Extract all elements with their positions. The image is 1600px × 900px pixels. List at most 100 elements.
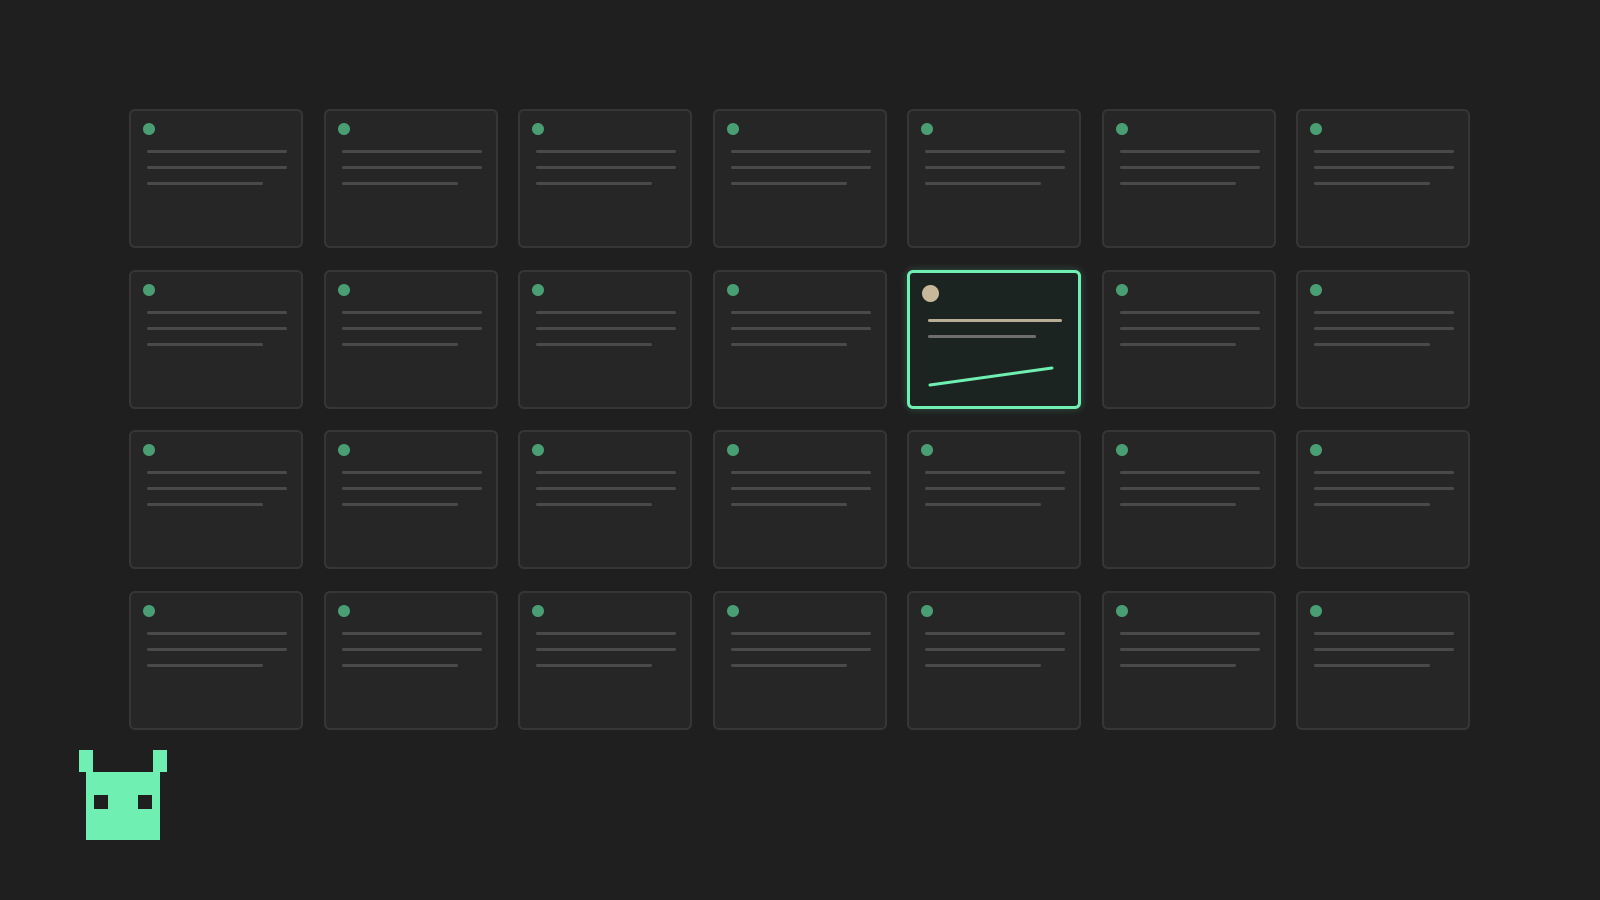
text-placeholder-line [1314,647,1454,651]
text-placeholder-line [1314,150,1454,153]
card[interactable] [712,109,887,248]
status-dot-icon [922,284,939,302]
text-placeholder-line [341,182,458,185]
card[interactable] [518,109,692,248]
text-placeholder-line [147,471,287,474]
card[interactable] [712,430,887,569]
card[interactable] [712,269,887,409]
card[interactable] [907,590,1081,730]
text-placeholder-line [536,166,676,169]
text-placeholder-line [925,663,1041,667]
text-placeholder-line [536,471,676,474]
text-placeholder-line [1119,663,1236,667]
card[interactable] [129,269,303,409]
text-placeholder-line [730,647,871,651]
text-placeholder-line [730,342,847,346]
text-placeholder-line [341,631,482,635]
status-dot-icon [726,444,739,456]
text-placeholder-line [536,326,676,330]
status-dot-icon [532,123,544,135]
card[interactable] [907,109,1081,248]
card-selected[interactable] [907,269,1081,409]
text-placeholder-line [147,663,263,667]
pixel-robot-icon [79,750,167,840]
card[interactable] [323,269,498,409]
text-placeholder-line [341,310,482,314]
text-placeholder-line [536,342,652,346]
card[interactable] [1101,269,1276,409]
text-placeholder-line [1314,326,1454,330]
text-placeholder-line [341,471,482,474]
text-placeholder-line [1119,310,1260,314]
card[interactable] [1296,590,1470,730]
text-placeholder-line [1314,487,1454,490]
status-dot-icon [337,123,350,135]
text-placeholder-line [341,326,482,330]
card[interactable] [323,109,498,248]
status-dot-icon [337,604,350,617]
card[interactable] [1101,590,1276,730]
text-placeholder-line [925,150,1065,153]
status-dot-icon [726,283,739,296]
text-placeholder-line [341,166,482,169]
status-dot-icon [1115,604,1128,617]
text-placeholder-line [730,166,871,169]
status-dot-icon [726,604,739,617]
text-placeholder-line [1119,503,1236,506]
card[interactable] [129,590,303,730]
text-placeholder-line [341,150,482,153]
card[interactable] [1296,269,1470,409]
card[interactable] [323,430,498,569]
text-placeholder-line [730,663,847,667]
text-placeholder-line [925,471,1065,474]
card-grid [129,109,1470,730]
card[interactable] [1296,430,1470,569]
text-placeholder-line [1314,663,1430,667]
text-placeholder-line [536,647,676,651]
status-dot-icon [921,123,933,135]
text-placeholder-line [1314,471,1454,474]
text-placeholder-line [536,631,676,635]
text-placeholder-line [1119,150,1260,153]
text-placeholder-line [536,310,676,314]
text-placeholder-line [730,182,847,185]
text-placeholder-line [341,663,458,667]
card[interactable] [518,269,692,409]
text-placeholder-line [536,150,676,153]
text-placeholder-line [928,318,1062,322]
card[interactable] [518,430,692,569]
status-dot-icon [921,444,933,456]
text-placeholder-line [1119,182,1236,185]
card[interactable] [129,430,303,569]
status-dot-icon [532,283,544,296]
text-placeholder-line [925,182,1041,185]
text-placeholder-line [925,647,1065,651]
status-dot-icon [1310,444,1322,456]
card[interactable] [907,430,1081,569]
card[interactable] [1101,430,1276,569]
text-placeholder-line [341,342,458,346]
text-placeholder-line [1119,471,1260,474]
card[interactable] [1101,109,1276,248]
card[interactable] [129,109,303,248]
text-placeholder-line [1314,166,1454,169]
text-placeholder-line [1314,342,1430,346]
text-placeholder-line [1314,310,1454,314]
text-placeholder-line [1119,166,1260,169]
text-placeholder-line [925,166,1065,169]
card[interactable] [1296,109,1470,248]
text-placeholder-line [147,182,263,185]
text-placeholder-line [730,310,871,314]
card[interactable] [712,590,887,730]
status-dot-icon [143,283,155,296]
text-placeholder-line [730,487,871,490]
card[interactable] [518,590,692,730]
status-dot-icon [532,604,544,617]
text-placeholder-line [1314,631,1454,635]
status-dot-icon [921,604,933,617]
text-placeholder-line [147,342,263,346]
text-placeholder-line [341,503,458,506]
text-placeholder-line [536,503,652,506]
card[interactable] [323,590,498,730]
text-placeholder-line [928,334,1036,338]
